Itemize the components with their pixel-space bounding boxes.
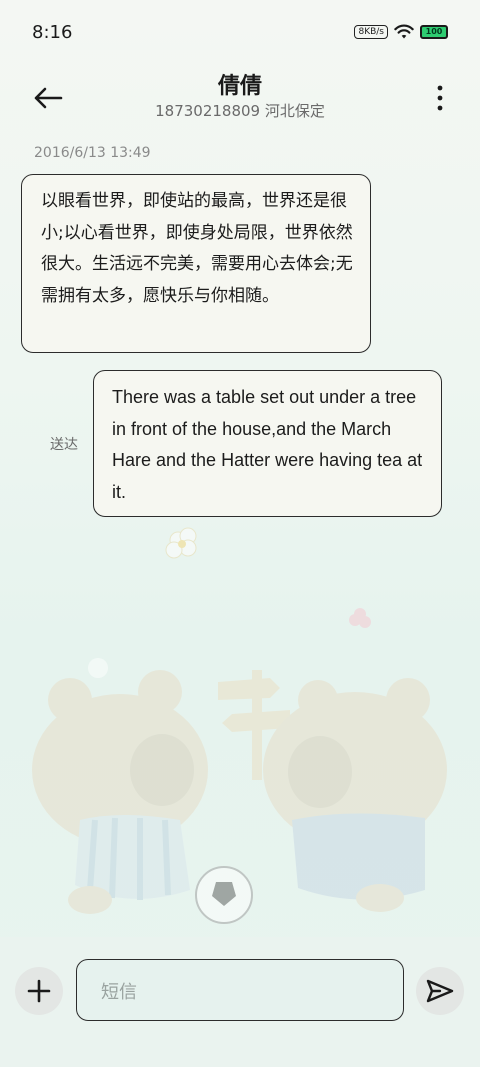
outgoing-message-bubble[interactable]: There was a table set out under a tree i… [93, 370, 442, 517]
battery-icon: 100 [420, 25, 448, 39]
plus-icon [27, 979, 51, 1003]
speed-badge: 8KB/s [354, 25, 388, 39]
message-text: 以眼看世界，即使站的最高，世界还是很小;以心看世界，即使身处局限，世界依然很大。… [41, 191, 353, 306]
status-time: 8:16 [32, 21, 73, 43]
status-icons: 8KB/s 100 [354, 24, 448, 40]
message-timestamp: 2016/6/13 13:49 [34, 145, 151, 161]
message-input[interactable]: 短信 [76, 959, 404, 1021]
wallpaper-illustration [32, 527, 447, 924]
more-vertical-icon [437, 85, 443, 111]
more-options-button[interactable] [430, 78, 450, 118]
composer-bar: 短信 [0, 937, 480, 1067]
incoming-message-bubble[interactable]: 以眼看世界，即使站的最高，世界还是很小;以心看世界，即使身处局限，世界依然很大。… [21, 174, 371, 353]
delivery-status: 送达 [50, 437, 78, 453]
send-button[interactable] [416, 967, 464, 1015]
soccer-ball-illustration [195, 866, 253, 924]
message-text: There was a table set out under a tree i… [112, 387, 423, 502]
contact-subtitle: 18730218809 河北保定 [155, 102, 325, 120]
bear-right-illustration [263, 678, 447, 912]
wifi-icon [394, 24, 414, 39]
conversation-header: 倩倩 18730218809 河北保定 [0, 64, 480, 128]
bear-left-illustration [32, 670, 208, 914]
flower-decoration [165, 527, 197, 559]
send-icon [426, 979, 454, 1003]
add-attachment-button[interactable] [15, 967, 63, 1015]
status-bar: 8:16 8KB/s 100 [0, 0, 480, 64]
contact-name: 倩倩 [217, 74, 262, 99]
